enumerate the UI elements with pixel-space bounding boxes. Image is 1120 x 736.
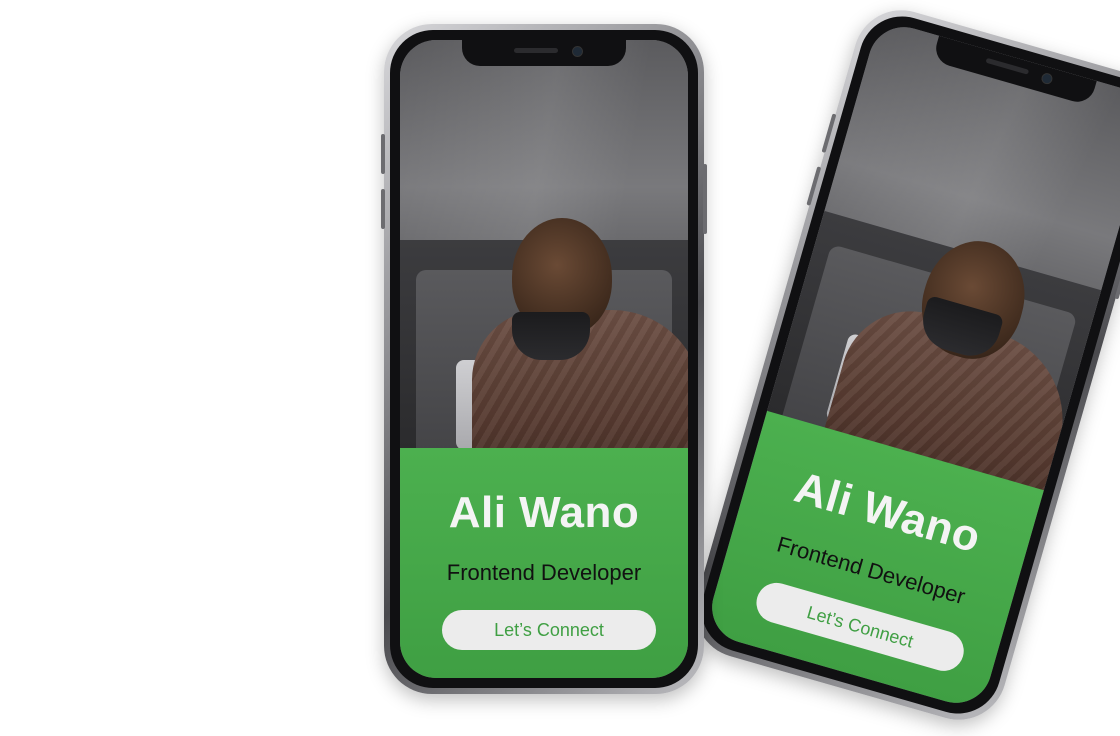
volume-down-button <box>381 189 385 229</box>
front-camera-icon <box>1040 71 1054 86</box>
phone-screen: Ali Wano Frontend Developer Let’s Connec… <box>703 18 1120 712</box>
profile-photo <box>400 40 688 460</box>
speaker-grille <box>985 57 1030 75</box>
profile-panel: Ali Wano Frontend Developer Let’s Connec… <box>400 448 688 678</box>
front-camera-icon <box>572 46 583 57</box>
volume-up-button <box>381 134 385 174</box>
phone-mockup-tilted: Ali Wano Frontend Developer Let’s Connec… <box>683 0 1120 732</box>
profile-name: Ali Wano <box>448 488 640 537</box>
profile-role: Frontend Developer <box>446 560 642 585</box>
phone-mockup-upright: Ali Wano Frontend Developer Let’s Connec… <box>381 24 707 694</box>
speaker-grille <box>514 48 558 53</box>
lets-connect-button[interactable]: Let’s Connect <box>442 610 656 650</box>
mockup-stage: Ali Wano Frontend Developer Let’s Connec… <box>0 0 1120 736</box>
photo-face-mask <box>512 312 590 360</box>
phone-bezel: Ali Wano Frontend Developer Let’s Connec… <box>390 30 698 688</box>
power-button <box>703 164 707 234</box>
phone-bezel: Ali Wano Frontend Developer Let’s Connec… <box>691 6 1120 724</box>
phone-screen: Ali Wano Frontend Developer Let’s Connec… <box>400 40 688 678</box>
phone-notch <box>462 40 626 66</box>
